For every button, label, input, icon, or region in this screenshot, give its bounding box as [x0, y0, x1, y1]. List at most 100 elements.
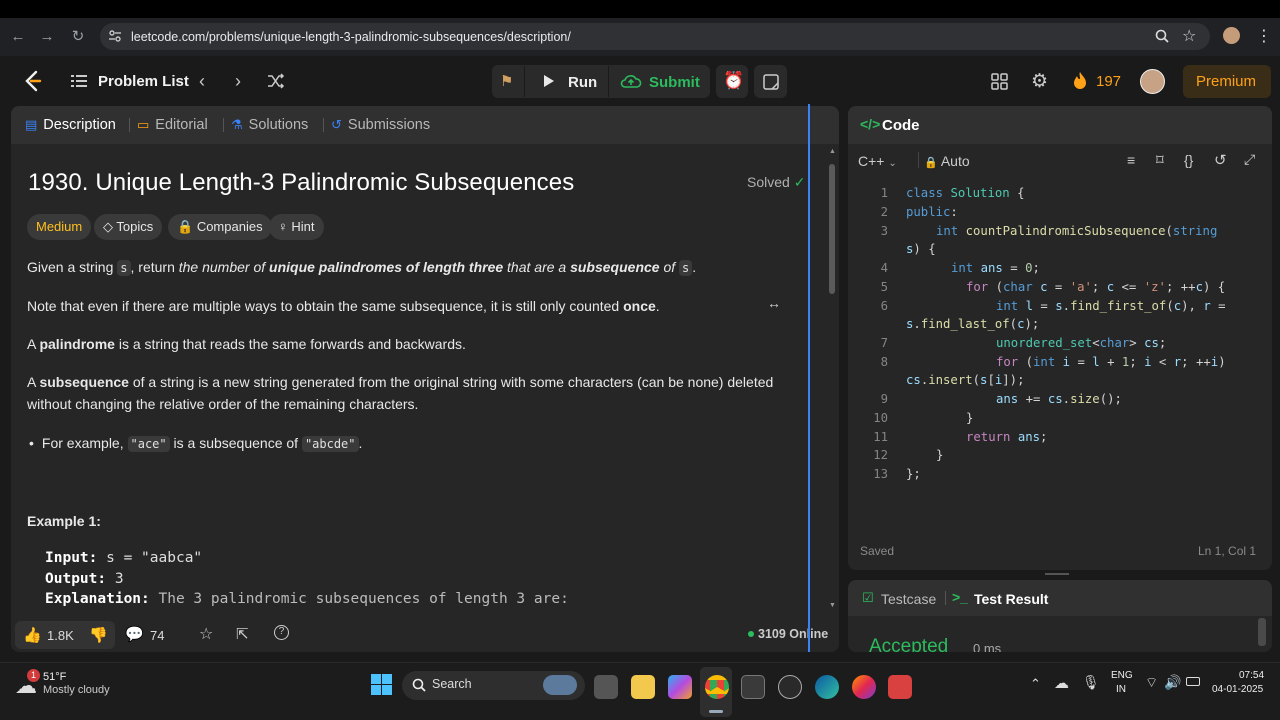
thumbs-up-icon[interactable]: 👍: [23, 626, 42, 644]
copilot-icon[interactable]: [668, 675, 692, 699]
comment-icon[interactable]: 💬: [125, 625, 144, 643]
auto-mode[interactable]: 🔒 Auto: [924, 153, 970, 169]
problem-list-icon: [71, 75, 87, 87]
help-icon[interactable]: ?: [274, 625, 289, 640]
flask-icon: ⚗: [231, 117, 243, 132]
chevron-up-icon[interactable]: ⌃: [1030, 676, 1041, 692]
zoom-icon[interactable]: [1155, 29, 1169, 43]
debug-icon[interactable]: ⚑: [500, 72, 513, 90]
wifi-icon[interactable]: ⌔: [1145, 674, 1158, 692]
volume-icon[interactable]: 🔊: [1164, 674, 1181, 691]
favorite-star-icon[interactable]: ☆: [199, 624, 213, 644]
prev-problem-icon[interactable]: ‹: [199, 71, 205, 92]
difficulty-badge[interactable]: Medium: [27, 214, 92, 240]
settings-gear-icon[interactable]: ⚙: [1031, 70, 1048, 93]
weather-temp: 51°F: [43, 671, 67, 683]
line-number: 4: [880, 261, 888, 275]
submit-button[interactable]: Submit: [649, 74, 700, 91]
next-problem-icon[interactable]: ›: [235, 71, 241, 92]
divider: [223, 118, 224, 132]
clock-time[interactable]: 07:54: [1239, 670, 1264, 681]
lang-top[interactable]: ENG: [1111, 670, 1133, 681]
lang-bottom[interactable]: IN: [1116, 684, 1126, 695]
description-paragraph-3: A palindrome is a string that reads the …: [27, 336, 466, 352]
code-line: unordered_set<char> cs;: [996, 336, 1167, 350]
run-icon: [544, 75, 554, 87]
share-icon[interactable]: ⇱: [236, 625, 249, 643]
tab-test-result[interactable]: Test Result: [974, 591, 1048, 607]
tab-testcase[interactable]: Testcase: [881, 591, 936, 607]
forward-icon[interactable]: →: [36, 26, 58, 48]
tab-solutions[interactable]: ⚗ Solutions: [231, 117, 308, 133]
task-view-icon[interactable]: [594, 675, 618, 699]
shuffle-icon[interactable]: [267, 73, 285, 89]
chrome-icon[interactable]: [705, 675, 729, 699]
book-icon: ▭: [137, 117, 150, 132]
code-line: for (int i = l + 1; i < r; ++i): [996, 355, 1226, 369]
tab-editorial[interactable]: ▭ Editorial: [137, 117, 208, 133]
scroll-down-icon[interactable]: ▼: [829, 602, 836, 609]
description-tabs: ▤ Description ▭ Editorial ⚗ Solutions ↺ Subm…: [11, 106, 839, 144]
line-number: 13: [873, 467, 888, 481]
run-button[interactable]: Run: [568, 74, 597, 91]
premium-label: Premium: [1196, 73, 1257, 90]
code-line: class Solution {: [906, 186, 1025, 200]
lock-icon: 🔒: [924, 157, 938, 169]
store-icon[interactable]: [741, 675, 765, 699]
code-line: return ans;: [966, 430, 1048, 444]
battery-icon[interactable]: [1186, 677, 1200, 686]
expand-icon[interactable]: ⤢: [1244, 151, 1255, 168]
panel-resize-handle[interactable]: [808, 104, 810, 652]
microphone-icon[interactable]: 🎙: [1082, 674, 1100, 691]
companies-chip[interactable]: 🔒 Companies: [168, 214, 272, 240]
format-lines-icon[interactable]: ≡: [1127, 152, 1135, 168]
tab-submissions[interactable]: ↺ Submissions: [331, 117, 430, 133]
code-line: int l = s.find_first_of(c), r =: [996, 299, 1226, 313]
divider: [323, 118, 324, 132]
weather-desc: Mostly cloudy: [43, 684, 110, 696]
cloud-upload-icon: [620, 75, 642, 88]
user-avatar[interactable]: [1140, 69, 1165, 94]
site-info-icon[interactable]: [108, 29, 122, 43]
dell-icon[interactable]: [778, 675, 802, 699]
problem-list-link[interactable]: Problem List: [98, 73, 189, 90]
reset-icon[interactable]: ↺: [1214, 151, 1227, 169]
back-icon[interactable]: ←: [7, 26, 29, 48]
thumbs-down-icon[interactable]: 👎: [89, 626, 108, 644]
curly-braces-icon[interactable]: {}: [1184, 152, 1193, 168]
tag-icon: ◇: [103, 219, 113, 234]
browser-menu-icon[interactable]: ⋮: [1256, 26, 1272, 46]
description-scrollbar[interactable]: ▲ ▼: [825, 144, 839, 614]
onedrive-cloud-icon[interactable]: ☁: [1054, 674, 1069, 692]
language-select[interactable]: C++ ⌄: [858, 153, 897, 169]
hint-chip[interactable]: ♀ Hint: [269, 214, 324, 240]
topics-chip[interactable]: ◇ Topics: [94, 214, 163, 240]
bookmark-star-icon[interactable]: ☆: [1182, 26, 1196, 46]
leetcode-logo-icon[interactable]: [23, 70, 43, 92]
edge-icon[interactable]: [815, 675, 839, 699]
line-number: 7: [880, 336, 888, 350]
online-count: 3109 Online: [758, 627, 829, 641]
bookmark-icon[interactable]: ⌑: [1156, 151, 1164, 169]
tab-description[interactable]: ▤ Description: [25, 117, 116, 133]
windows-start-icon[interactable]: [371, 674, 393, 696]
code-line: }: [936, 448, 944, 462]
reload-icon[interactable]: ↻: [67, 26, 89, 48]
snipping-tool-icon[interactable]: [888, 675, 912, 699]
streak-count[interactable]: 197: [1096, 73, 1121, 90]
layout-grid-icon[interactable]: [991, 73, 1008, 90]
profile-avatar-icon[interactable]: [1223, 27, 1240, 44]
clock-date[interactable]: 04-01-2025: [1212, 684, 1263, 695]
test-scrollbar[interactable]: [1258, 618, 1266, 646]
scrollbar-thumb[interactable]: [829, 164, 835, 294]
file-explorer-icon[interactable]: [631, 675, 655, 699]
scroll-up-icon[interactable]: ▲: [829, 148, 836, 155]
vertical-resize-handle[interactable]: [1045, 573, 1069, 575]
streak-fire-icon: [1074, 72, 1086, 89]
line-number: 9: [880, 392, 888, 406]
line-number: 5: [880, 280, 888, 294]
firefox-icon[interactable]: [852, 675, 876, 699]
code-line: s) {: [906, 242, 936, 256]
problem-title: 1930. Unique Length-3 Palindromic Subseq…: [28, 169, 575, 196]
alarm-clock-icon: ⏰: [723, 71, 745, 90]
